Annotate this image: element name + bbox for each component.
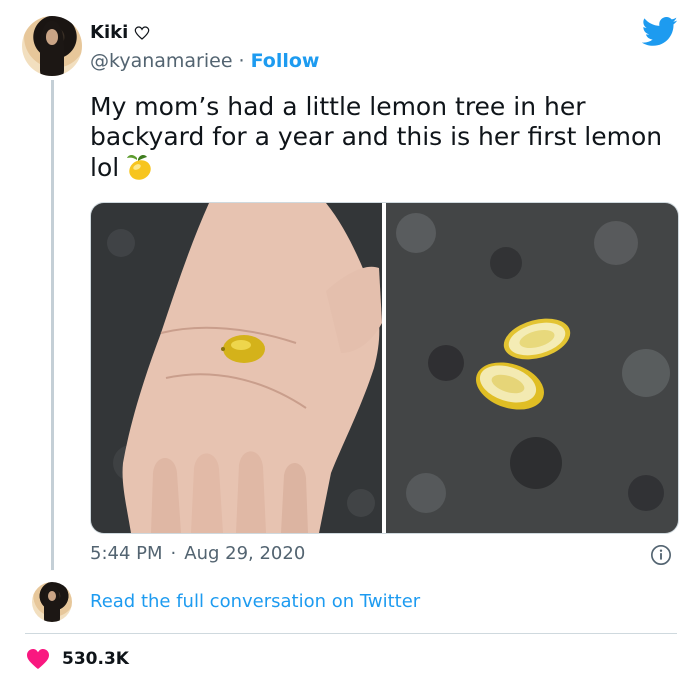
twitter-bird-icon[interactable] [642,17,678,47]
author-avatar[interactable] [22,16,82,76]
lemon-emoji [127,154,151,180]
tweet-media-grid [90,202,679,534]
author-name-row: Kiki [90,22,150,43]
tweet-text-body: My mom’s had a little lemon tree in her … [90,92,663,182]
author-display-name[interactable]: Kiki [90,22,128,43]
tweet-embed-card: Kiki @kyanamariee · Follow My mom’s had … [0,0,700,686]
likes-count: 530.3K [62,649,129,669]
heart-filled-icon[interactable] [26,648,50,670]
read-conversation-link[interactable]: Read the full conversation on Twitter [90,591,420,612]
photo-lemon-in-palm[interactable] [91,203,382,533]
divider [25,633,677,634]
info-icon[interactable] [650,544,672,566]
author-handle-row: @kyanamariee · Follow [90,50,319,72]
conversation-avatar[interactable] [32,582,72,622]
tweet-time: 5:44 PM [90,543,163,564]
tweet-date: Aug 29, 2020 [184,543,306,564]
thread-connector-line [51,80,54,570]
photo-lemon-halves-on-granite[interactable] [386,203,678,533]
avatar-face [48,590,56,602]
tweet-timestamp[interactable]: 5:44 PM · Aug 29, 2020 [90,543,305,564]
handle-separator: · [238,50,245,72]
timestamp-separator: · [170,543,177,564]
heart-outline-icon [134,25,150,40]
author-handle[interactable]: @kyanamariee [90,50,233,72]
like-action[interactable]: 530.3K [26,648,129,670]
avatar-face [46,29,58,45]
follow-button[interactable]: Follow [251,50,320,72]
tweet-text: My mom’s had a little lemon tree in her … [90,92,685,183]
